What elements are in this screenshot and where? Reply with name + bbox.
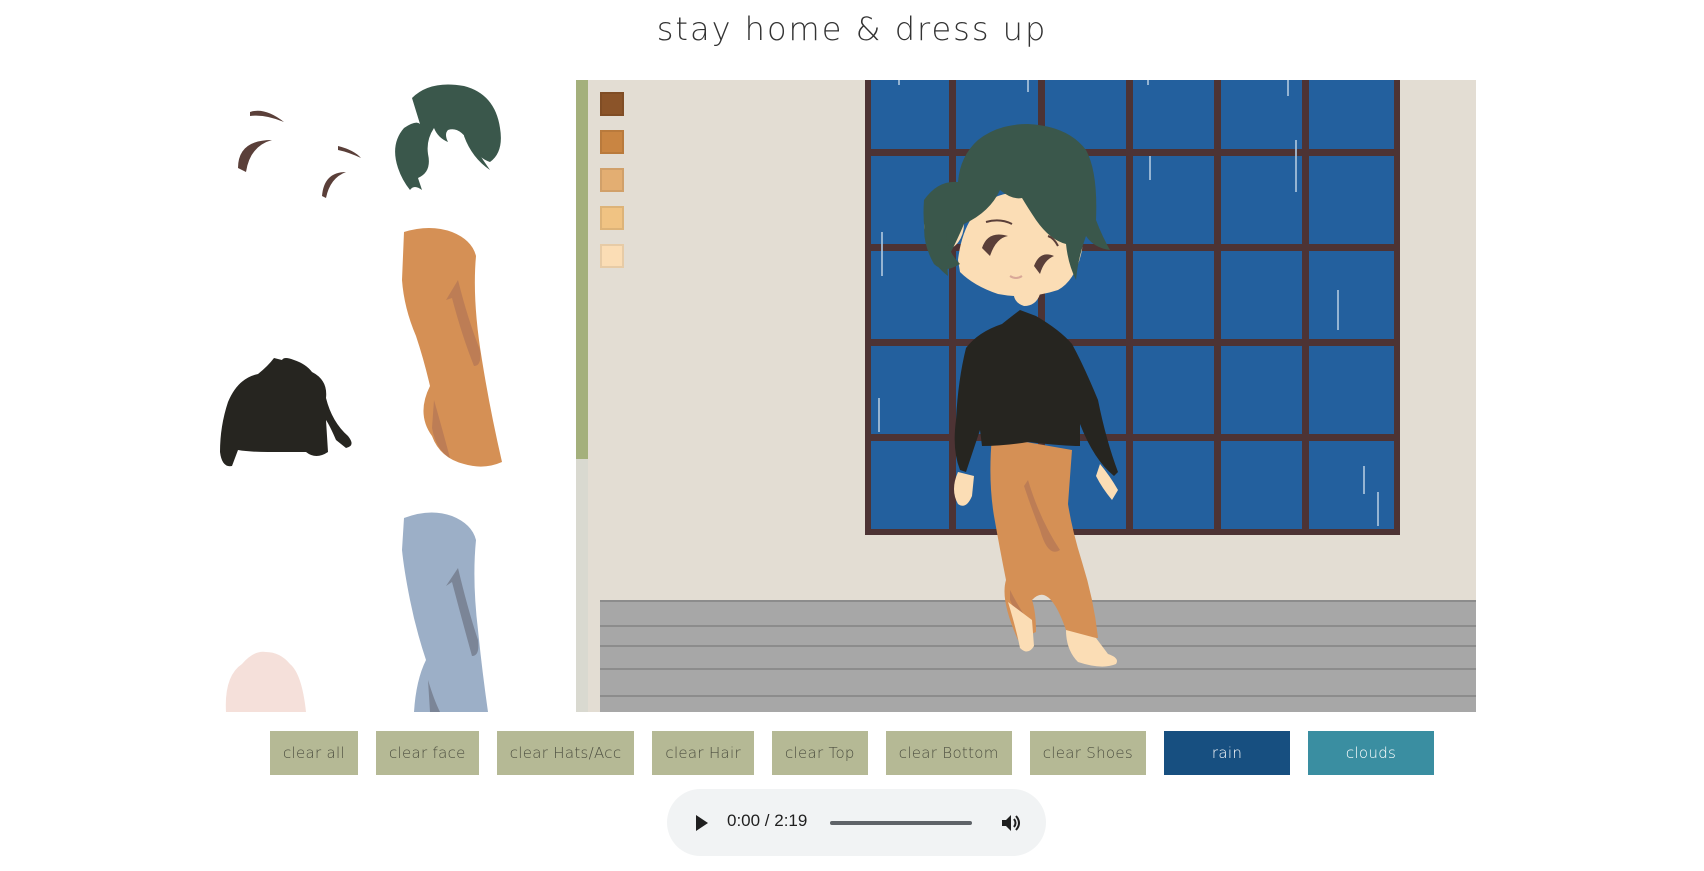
items-canvas [220,84,502,712]
skin-swatch-1[interactable] [600,92,624,116]
clear-top-button[interactable]: clear Top [771,731,868,775]
items-scrollbar-thumb[interactable] [576,80,588,460]
item-socks[interactable] [225,651,306,712]
audio-time: 0:00 / 2:19 [727,811,808,830]
dress-up-stage [588,80,1476,712]
window [865,80,1400,535]
stage-scene [588,80,1476,712]
skin-swatch-5[interactable] [600,244,624,268]
audio-player: 0:00 / 2:19 [667,789,1046,856]
controls-row: clear all clear face clear Hats/Acc clea… [0,731,1704,775]
item-pants-orange[interactable] [402,228,502,467]
audio-progress-bar[interactable] [830,821,972,825]
clear-hair-button[interactable]: clear Hair [652,731,754,775]
skin-swatch-3[interactable] [600,168,624,192]
item-hair[interactable] [395,84,501,191]
volume-icon[interactable] [999,811,1023,835]
floor [600,600,1476,712]
clear-face-button[interactable]: clear face [375,731,479,775]
skin-color-swatches [600,92,624,282]
clear-all-button[interactable]: clear all [269,731,358,775]
page-title: stay home & dress up [656,10,1048,48]
skin-swatch-2[interactable] [600,130,624,154]
item-eyebrows[interactable] [238,110,361,198]
items-panel [220,80,570,712]
play-icon[interactable] [689,811,713,835]
skin-swatch-4[interactable] [600,206,624,230]
item-pants-blue[interactable] [402,512,488,712]
items-scrollbar[interactable] [576,80,588,712]
clear-bottom-button[interactable]: clear Bottom [885,731,1012,775]
clouds-button[interactable]: clouds [1308,731,1435,775]
item-sweater[interactable] [220,358,352,467]
clear-hats-button[interactable]: clear Hats/Acc [496,731,635,775]
clear-shoes-button[interactable]: clear Shoes [1029,731,1147,775]
rain-button[interactable]: rain [1164,731,1291,775]
